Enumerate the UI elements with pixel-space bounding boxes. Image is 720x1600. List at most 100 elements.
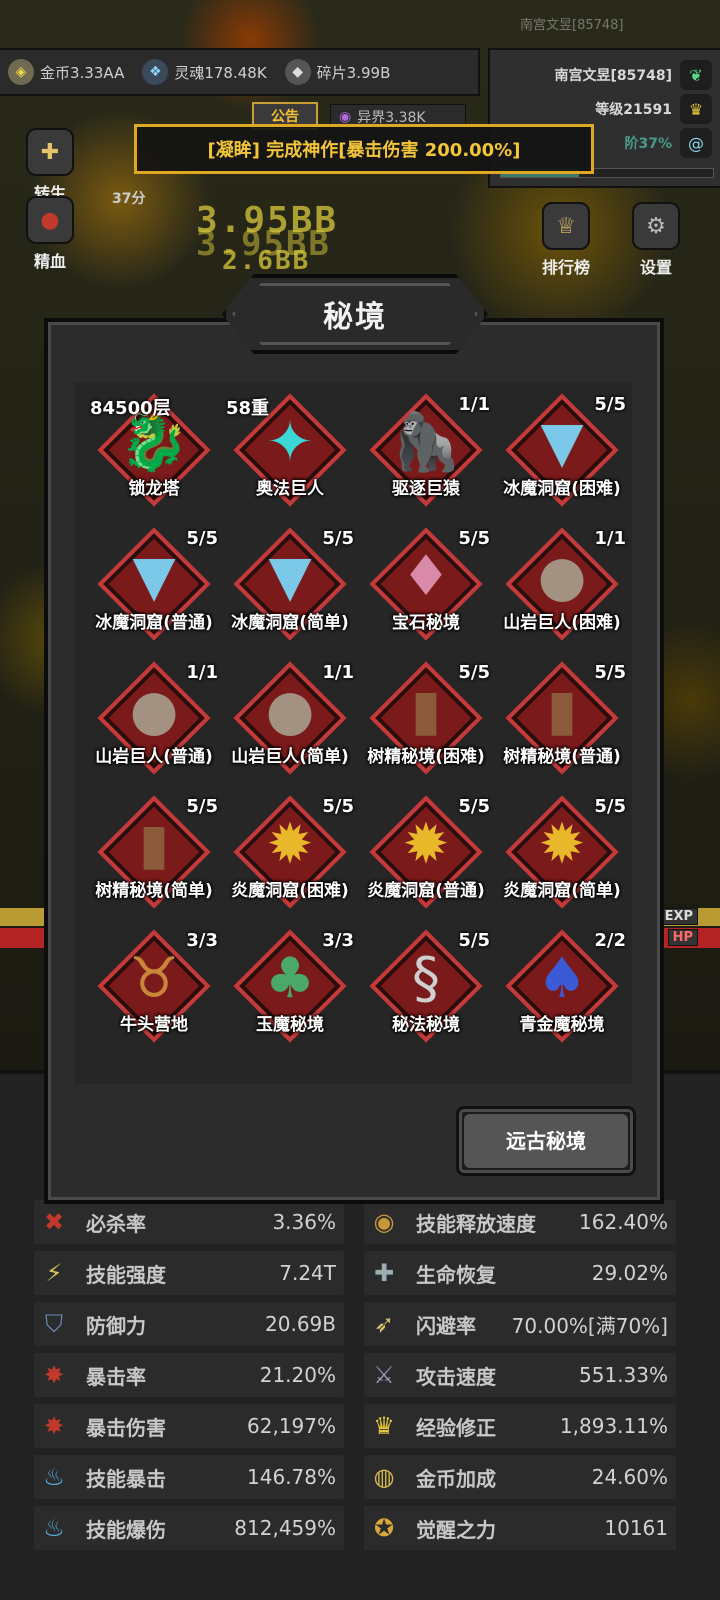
stat-value: 551.33% [579,1363,668,1387]
realm-tile[interactable]: ▮ 5/5 树精秘境(困难) [358,654,494,790]
stat-row: ◉ 技能释放速度 162.40% [364,1200,676,1244]
stat-row: ✪ 觉醒之力 10161 [364,1506,676,1550]
crit-damage-icon: ✸ [43,1412,65,1440]
realm-tile[interactable]: ▼ 5/5 冰魔洞窟(普通) [86,520,222,656]
stat-row: ⚔ 攻击速度 551.33% [364,1353,676,1397]
dialog-title: 秘境 [323,300,387,335]
realm-name: 炎魔洞窟(普通) [367,881,485,901]
realm-name: 宝石秘境 [392,613,460,633]
stat-value: 62,197% [247,1414,336,1438]
stat-label: 经验修正 [416,1415,496,1440]
settings-button[interactable]: ⚙ 设置 [628,202,684,278]
realm-tile[interactable]: ● 1/1 山岩巨人(普通) [86,654,222,790]
leaderboard-button[interactable]: ♕ 排行榜 [536,202,596,278]
cross-icon: ✚ [26,128,74,176]
skill-crit-damage-icon: ♨ [43,1514,65,1542]
realm-tile[interactable]: 🐉 84500层 锁龙塔 [86,386,222,522]
realm-grid: 🐉 84500层 锁龙塔 ✦ 58重 奥法巨人 🦍 1/1 驱逐巨猿 ▼ 5/5 冰魔洞窟(困难) ▼ 5… [74,382,632,1084]
realm-name: 冰魔洞窟(简单) [231,613,349,633]
realm-tile[interactable]: 🦍 1/1 驱逐巨猿 [358,386,494,522]
essence-button[interactable]: ● 精血 [22,196,78,272]
realm-name: 炎魔洞窟(简单) [503,881,621,901]
realm-tile[interactable]: ▼ 5/5 冰魔洞窟(简单) [222,520,358,656]
trophy-icon: ♕ [542,202,590,250]
stat-label: 金币加成 [416,1466,496,1491]
realm-count: 3/3 [322,930,354,951]
realm-name: 山岩巨人(简单) [231,747,349,767]
stat-label: 闪避率 [416,1313,476,1338]
realm-name: 冰魔洞窟(普通) [95,613,213,633]
realm-tile[interactable]: ✹ 5/5 炎魔洞窟(普通) [358,788,494,924]
attack-speed-icon: ⚔ [373,1361,395,1389]
coin-icon: ◈ [8,59,34,85]
soul-icon: ❖ [142,59,169,85]
realm-tile[interactable]: ✦ 58重 奥法巨人 [222,386,358,522]
crit-rate-icon: ✸ [43,1361,65,1389]
player-name: 南宫文昱[85748] [554,68,672,84]
realm-tile[interactable]: § 5/5 秘法秘境 [358,922,494,1058]
stat-label: 技能爆伤 [86,1517,166,1542]
stat-value: 7.24T [279,1261,336,1285]
realm-name: 牛头营地 [120,1015,188,1035]
realm-tile[interactable]: ♦ 5/5 宝石秘境 [358,520,494,656]
realm-tile[interactable]: ● 1/1 山岩巨人(困难) [494,520,630,656]
stat-value: 24.60% [591,1465,668,1489]
realm-tile[interactable]: ▮ 5/5 树精秘境(简单) [86,788,222,924]
stat-label: 必杀率 [86,1211,146,1236]
stat-row: ⛉ 防御力 20.69B [34,1302,344,1346]
realm-name: 青金魔秘境 [519,1015,605,1035]
shard-icon: ◆ [284,59,311,85]
stat-row: ✚ 生命恢复 29.02% [364,1251,676,1295]
stat-value: 1,893.11% [559,1414,668,1438]
realm-name: 秘法秘境 [392,1015,460,1035]
realm-tile[interactable]: ● 1/1 山岩巨人(简单) [222,654,358,790]
realm-count: 5/5 [458,796,490,817]
realm-count: 5/5 [322,528,354,549]
realm-name: 驱逐巨猿 [392,479,460,499]
stat-value: 3.36% [272,1210,336,1234]
stat-value: 29.02% [591,1261,668,1285]
realm-count: 5/5 [458,930,490,951]
score-label: 37分 [112,191,146,207]
feather-icon: ❦ [680,60,712,90]
stat-label: 技能强度 [86,1262,166,1287]
resource-coin: ◈ 金币3.33AA [8,59,124,85]
stat-label: 防御力 [86,1313,146,1338]
realm-tile[interactable]: ♉ 3/3 牛头营地 [86,922,222,1058]
rebirth-button[interactable]: ✚ 转生 [22,128,78,204]
swirl-icon: @ [680,128,712,158]
realm-name: 树精秘境(简单) [95,881,213,901]
realm-tile[interactable]: ✹ 5/5 炎魔洞窟(困难) [222,788,358,924]
crown-icon: ♛ [680,94,712,124]
leaderboard-label: 排行榜 [541,258,590,277]
regen-icon: ✚ [373,1259,395,1287]
essence-label: 精血 [33,252,66,271]
realm-tile[interactable]: ▮ 5/5 树精秘境(普通) [494,654,630,790]
resource-shard: ◆ 碎片3.99B [284,59,391,85]
realm-count: 1/1 [594,528,626,549]
hp-tag: HP [667,929,698,946]
realm-tile[interactable]: ✹ 5/5 炎魔洞窟(简单) [494,788,630,924]
realm-tile[interactable]: ▼ 5/5 冰魔洞窟(困难) [494,386,630,522]
shard-amount: 碎片3.99B [316,63,391,82]
stat-value: 162.40% [579,1210,668,1234]
realm-name: 玉魔秘境 [256,1015,324,1035]
realm-count: 1/1 [322,662,354,683]
ancient-realm-button[interactable]: 远古秘境 [456,1106,636,1176]
coin-bonus-icon: ◍ [373,1463,395,1491]
skill-crit-icon: ♨ [43,1463,65,1491]
realm-tile[interactable]: ♠ 2/2 青金魔秘境 [494,922,630,1058]
stat-label: 觉醒之力 [416,1517,496,1542]
stat-row: ♨ 技能暴击 146.78% [34,1455,344,1499]
cast-speed-icon: ◉ [373,1208,395,1236]
stat-value: 20.69B [265,1312,336,1336]
portal-icon: ◉ [339,109,352,125]
stat-value: 21.20% [259,1363,336,1387]
stat-row: ✖ 必杀率 3.36% [34,1200,344,1244]
realm-name: 冰魔洞窟(困难) [503,479,621,499]
crown-icon: ♛ [373,1412,395,1440]
realm-tile[interactable]: ♣ 3/3 玉魔秘境 [222,922,358,1058]
realm-count: 58重 [226,398,270,419]
blood-icon: ● [26,196,74,244]
stat-label: 技能暴击 [86,1466,166,1491]
